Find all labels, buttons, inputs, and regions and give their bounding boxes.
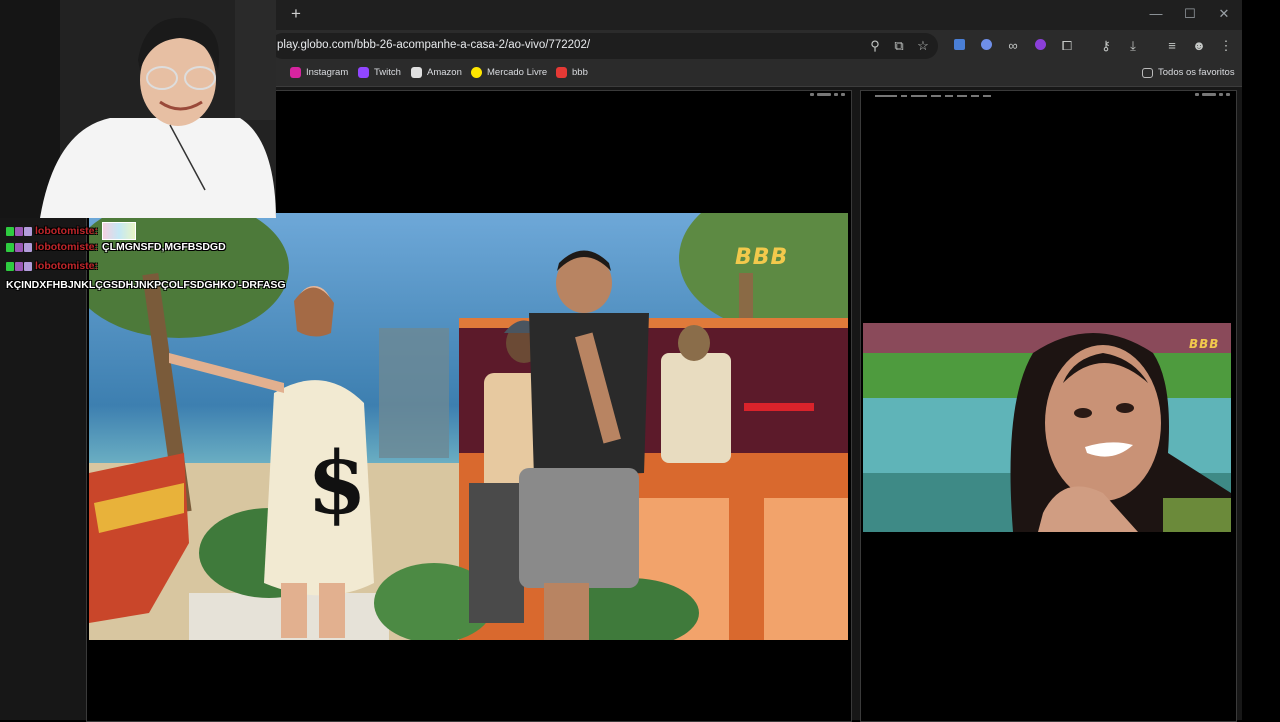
amazon-icon: [411, 67, 422, 78]
bookmark-label: Amazon: [427, 67, 462, 78]
mercado-livre-icon: [471, 67, 482, 78]
extension-translate-icon[interactable]: [950, 37, 968, 55]
webcam-overlay: [0, 0, 276, 218]
new-tab-button[interactable]: +: [286, 4, 306, 24]
chat-message-continuation: KÇINDXFHBJNKLÇGSDHJNKPÇOLFSDGHKO'-DRFASG: [6, 279, 286, 291]
mini-nav: [875, 95, 991, 97]
twitch-icon: [358, 67, 369, 78]
gift-badge-icon: [24, 261, 32, 271]
instagram-icon: [290, 67, 301, 78]
gift-badge-icon: [24, 242, 32, 252]
bbb-logo: BBB: [1189, 337, 1220, 351]
download-icon[interactable]: ⤓: [1124, 37, 1142, 55]
chat-emote-icon: [102, 222, 136, 240]
bookmark-label: Instagram: [306, 67, 349, 78]
chat-username: lobotomiste:: [35, 260, 98, 272]
bbb-icon: [556, 67, 567, 78]
bookmark-instagram[interactable]: Instagram: [290, 67, 348, 78]
bbb-logo: BBB: [735, 245, 789, 270]
subscriber-badge-icon: [15, 261, 23, 271]
verified-badge-icon: [6, 226, 14, 236]
chat-username: lobotomiste:: [35, 241, 98, 253]
bookmark-twitch[interactable]: Twitch: [358, 67, 401, 78]
url-text[interactable]: play.globo.com/bbb-26-acompanhe-a-casa-2…: [277, 39, 590, 51]
streamer-camera: [0, 0, 276, 218]
folder-icon: [1142, 67, 1153, 78]
media-controls-icon[interactable]: ≡: [1163, 37, 1181, 55]
verified-badge-icon: [6, 242, 14, 252]
maximize-button[interactable]: ☐: [1180, 6, 1200, 22]
minimize-button[interactable]: —: [1146, 6, 1166, 21]
password-key-icon[interactable]: ⚷: [1097, 37, 1115, 55]
bookmark-label: Mercado Livre: [487, 67, 548, 78]
address-bar[interactable]: play.globo.com/bbb-26-acompanhe-a-casa-2…: [270, 33, 938, 59]
bookmark-star-icon[interactable]: ☆: [914, 37, 932, 55]
browser-menu-icon[interactable]: ⋮: [1217, 37, 1235, 55]
bookmark-amazon[interactable]: Amazon: [411, 67, 462, 78]
chat-message: lobotomiste:: [6, 260, 98, 272]
chat-text: ÇLMGNSFD,MGFBSDGD: [102, 241, 226, 253]
gift-badge-icon: [24, 226, 32, 236]
right-video-frame: [863, 323, 1231, 532]
install-app-icon[interactable]: ⧉: [890, 37, 908, 55]
mini-header-icons: [810, 93, 845, 101]
svg-text:$: $: [307, 433, 367, 534]
chat-message: lobotomiste: ÇLMGNSFD,MGFBSDGD: [6, 241, 226, 253]
extension-glasses-icon[interactable]: ∞: [1004, 37, 1022, 55]
profile-avatar-icon[interactable]: ☻: [1190, 37, 1208, 55]
mini-header-icons: [1195, 93, 1230, 101]
extension-purple-icon[interactable]: [1031, 37, 1049, 55]
left-video-player[interactable]: $ BBB: [89, 213, 848, 640]
extensions-puzzle-icon[interactable]: ⧠: [1058, 37, 1076, 55]
chat-username: lobotomiste:: [35, 225, 98, 237]
all-bookmarks-label: Todos os favoritos: [1158, 67, 1235, 78]
verified-badge-icon: [6, 261, 14, 271]
subscriber-badge-icon: [15, 226, 23, 236]
chat-text: KÇINDXFHBJNKLÇGSDHJNKPÇOLFSDGHKO'-DRFASG: [6, 279, 286, 291]
right-video-player[interactable]: BBB: [863, 323, 1231, 532]
close-window-button[interactable]: ✕: [1214, 6, 1234, 22]
bookmark-label: bbb: [572, 67, 588, 78]
zoom-icon[interactable]: ⚲: [866, 37, 884, 55]
subscriber-badge-icon: [15, 242, 23, 252]
bookmark-mercado-livre[interactable]: Mercado Livre: [471, 67, 547, 78]
all-bookmarks-button[interactable]: Todos os favoritos: [1142, 67, 1235, 78]
chat-message: lobotomiste:: [6, 222, 136, 240]
bookmark-label: Twitch: [374, 67, 401, 78]
bookmark-bbb[interactable]: bbb: [556, 67, 588, 78]
extension-circle-icon[interactable]: [977, 37, 995, 55]
left-video-frame: $: [89, 213, 848, 640]
